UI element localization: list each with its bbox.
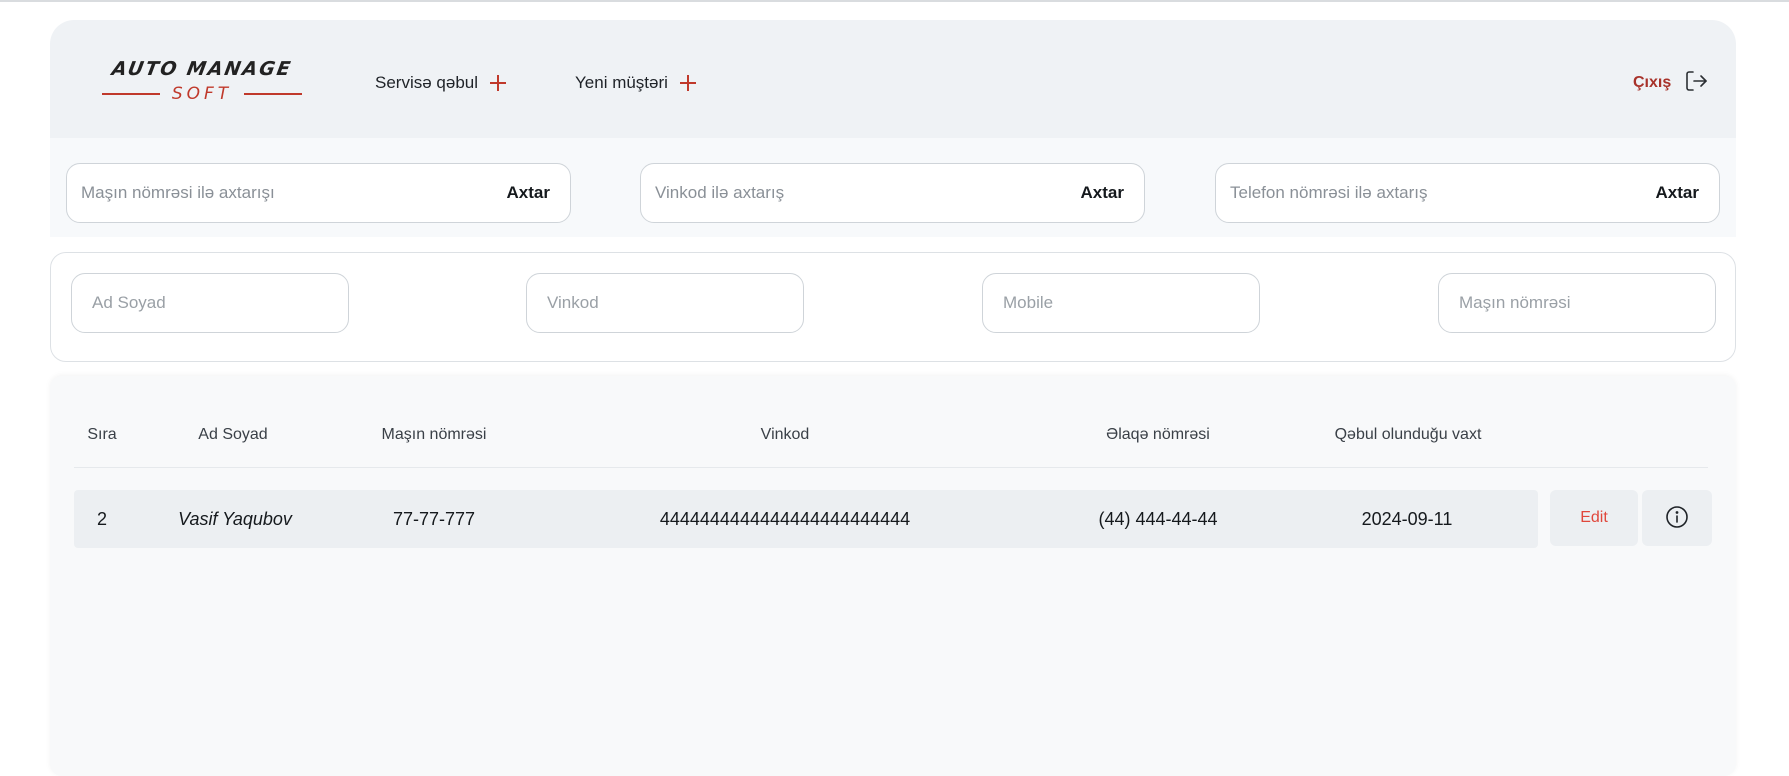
brand-logo-bottom: SOFT xyxy=(82,84,322,104)
vin-search-button[interactable]: Axtar xyxy=(1081,164,1124,222)
header-bar: AUTO MANAGE SOFT Servisə qəbul Yeni müşt… xyxy=(50,20,1736,138)
plus-icon xyxy=(679,75,696,91)
filter-mobile-input[interactable] xyxy=(982,273,1260,333)
edit-button[interactable]: Edit xyxy=(1550,490,1638,546)
column-header-vin: Vinkod xyxy=(760,426,810,443)
column-header-name: Ad Soyad xyxy=(198,426,268,443)
filter-vin-input[interactable] xyxy=(526,273,804,333)
column-header-index: Sıra xyxy=(87,426,117,443)
brand-logo[interactable]: AUTO MANAGE SOFT xyxy=(82,58,332,118)
vin-search-box: Axtar xyxy=(640,163,1145,223)
header-divider xyxy=(74,467,1708,468)
logo-line-right xyxy=(244,93,303,95)
column-header-phone: Əlaqə nömrəsi xyxy=(1106,426,1210,443)
logout-icon xyxy=(1683,68,1709,99)
filter-card xyxy=(50,252,1736,362)
nav-service-intake[interactable]: Servisə qəbul xyxy=(375,68,507,98)
brand-logo-top: AUTO MANAGE xyxy=(110,58,294,80)
column-header-plate: Maşın nömrəsi xyxy=(381,426,487,443)
phone-search-input[interactable] xyxy=(1230,164,1610,222)
nav-service-intake-label: Servisə qəbul xyxy=(375,73,479,92)
cell-plate: 77-77-777 xyxy=(392,509,476,529)
cell-date: 2024-09-11 xyxy=(1361,509,1453,529)
app: AUTO MANAGE SOFT Servisə qəbul Yeni müşt… xyxy=(50,20,1736,776)
column-header-date: Qəbul olunduğu vaxt xyxy=(1334,426,1482,443)
customers-table: Sıra Ad Soyad Maşın nömrəsi Vinkod Əlaqə… xyxy=(50,376,1736,776)
phone-search-box: Axtar xyxy=(1215,163,1720,223)
info-icon xyxy=(1664,504,1690,533)
logout-label: Çıxış xyxy=(1633,74,1672,91)
top-border xyxy=(0,0,1789,2)
cell-index: 2 xyxy=(96,509,108,529)
brand-logo-soft: SOFT xyxy=(171,84,233,104)
nav-new-customer-label: Yeni müştəri xyxy=(575,73,668,92)
info-button[interactable] xyxy=(1642,490,1712,546)
plate-search-box: Axtar xyxy=(66,163,571,223)
filter-name-input[interactable] xyxy=(71,273,349,333)
plate-search-input[interactable] xyxy=(81,164,461,222)
logo-line-left xyxy=(101,93,160,95)
plate-search-button[interactable]: Axtar xyxy=(507,164,550,222)
vin-search-input[interactable] xyxy=(655,164,1035,222)
filter-plate-input[interactable] xyxy=(1438,273,1716,333)
logout-button[interactable]: Çıxış xyxy=(1633,68,1709,98)
cell-name: Vasif Yaqubov xyxy=(178,509,292,529)
cell-phone: (44) 444-44-44 xyxy=(1098,509,1218,529)
nav-new-customer[interactable]: Yeni müştəri xyxy=(575,68,696,98)
search-band: Axtar Axtar Axtar xyxy=(50,138,1736,237)
cell-vin: 4444444444444444444444444 xyxy=(659,509,911,529)
plus-icon xyxy=(490,75,507,91)
phone-search-button[interactable]: Axtar xyxy=(1656,164,1699,222)
